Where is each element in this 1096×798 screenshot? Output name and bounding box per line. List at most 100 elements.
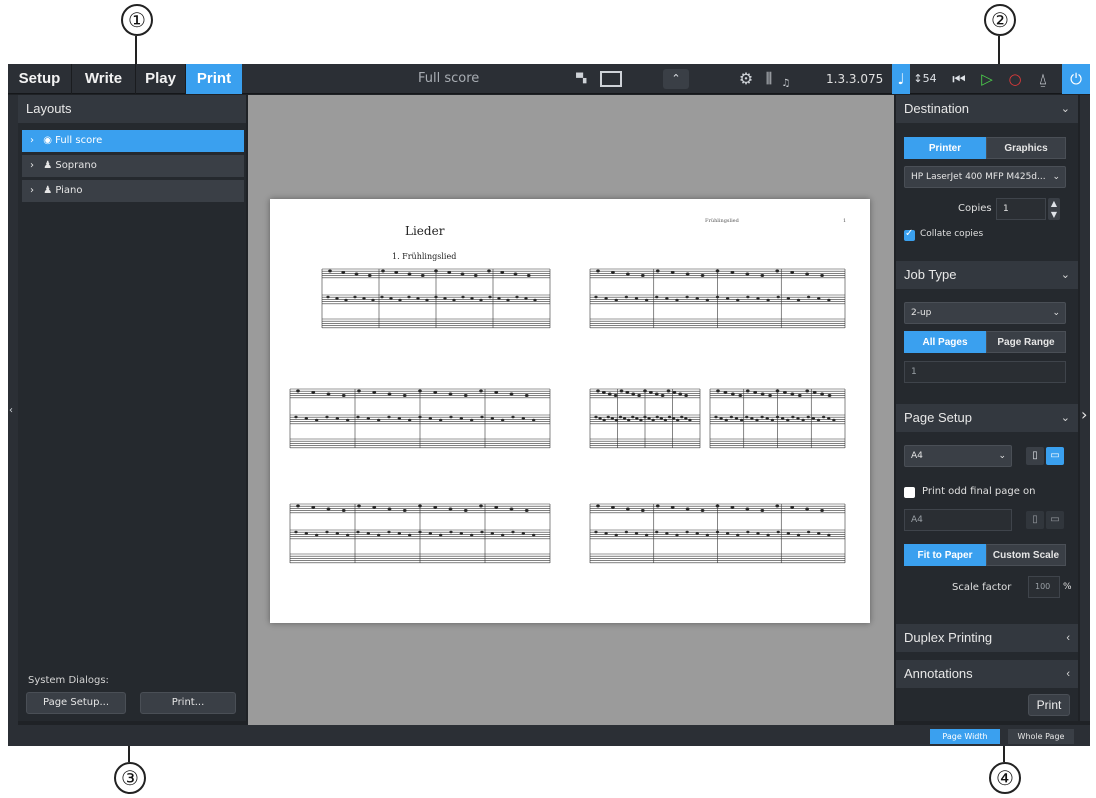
print-preview-area: Lieder 1. Frühlingslied Frühlingslied 1 xyxy=(248,95,894,725)
note-head xyxy=(513,272,518,276)
page-range-tab[interactable]: Page Range xyxy=(986,331,1066,353)
tab-write[interactable]: Write xyxy=(72,64,136,94)
expand-chevron-icon[interactable]: › xyxy=(30,135,34,146)
expand-chevron-icon[interactable]: › xyxy=(30,185,34,196)
tempo-value[interactable]: ↕54 xyxy=(910,64,940,94)
chevron-down-icon: ⌄ xyxy=(1060,412,1070,424)
note-head xyxy=(594,415,598,419)
note-head xyxy=(407,533,412,537)
note-head xyxy=(797,394,802,398)
note-head xyxy=(362,297,366,300)
page-view-icon[interactable]: ▀▖ xyxy=(571,69,595,89)
note-head xyxy=(739,418,744,422)
paper-size-select[interactable]: A4 ⌄ xyxy=(904,445,1012,467)
copies-stepper[interactable]: ▲ ▼ xyxy=(1048,198,1060,220)
play-icon[interactable]: ▷ xyxy=(974,64,1000,94)
fit-to-paper-tab[interactable]: Fit to Paper xyxy=(904,544,986,566)
note-input-icon[interactable]: ♫ xyxy=(779,74,793,94)
note-head xyxy=(634,297,639,300)
page-width-button[interactable]: Page Width xyxy=(930,729,1000,744)
mixer-icon[interactable]: ⫼ xyxy=(760,69,778,89)
note-head xyxy=(402,508,407,512)
note-head xyxy=(418,415,422,419)
score-page-preview[interactable]: Lieder 1. Frühlingslied Frühlingslied 1 xyxy=(270,199,870,623)
power-icon[interactable]: ⏻ xyxy=(1062,64,1090,94)
note-head xyxy=(806,530,811,534)
system-print-button[interactable]: Print... xyxy=(140,692,236,714)
note-head xyxy=(341,394,346,398)
rewind-icon[interactable]: ⏮ xyxy=(946,64,972,94)
note-head xyxy=(775,504,780,508)
annotations-section-header[interactable]: Annotations ‹ xyxy=(896,660,1078,688)
note-head xyxy=(480,530,484,534)
odd-paper-size-field[interactable]: A4 xyxy=(904,509,1012,531)
note-head xyxy=(387,415,391,419)
full-score-icon: ◉ xyxy=(43,135,52,146)
scale-factor-input[interactable]: 100 xyxy=(1028,576,1060,598)
print-odd-checkbox[interactable] xyxy=(904,487,915,498)
duplex-title: Duplex Printing xyxy=(904,630,993,645)
custom-scale-tab[interactable]: Custom Scale xyxy=(986,544,1066,566)
note-head xyxy=(296,504,300,508)
note-head xyxy=(531,533,536,537)
job-type-select[interactable]: 2-up ⌄ xyxy=(904,302,1066,324)
note-head xyxy=(622,417,627,420)
note-head xyxy=(372,505,377,509)
collapse-toolbar-button[interactable]: ⌃ xyxy=(663,69,689,89)
printer-select[interactable]: HP LaserJet 400 MFP M425d... ⌄ xyxy=(904,166,1066,188)
note-head xyxy=(356,415,360,419)
right-panel-toggle[interactable]: › xyxy=(1080,95,1090,721)
layout-item-piano[interactable]: › ♟ Piano xyxy=(22,180,244,202)
tab-print[interactable]: Print xyxy=(186,64,242,94)
left-panel-toggle[interactable]: ‹ xyxy=(8,95,18,725)
note-head xyxy=(719,417,723,420)
note-head xyxy=(755,418,759,422)
chevron-down-icon: ⌄ xyxy=(1052,172,1060,182)
record-icon[interactable]: ○ xyxy=(1002,64,1028,94)
layout-item-full-score[interactable]: › ◉ Full score xyxy=(22,130,244,152)
note-head xyxy=(783,391,787,395)
landscape-icon[interactable]: ▭ xyxy=(1046,447,1064,465)
video-icon[interactable]: ⚙ xyxy=(735,69,757,89)
destination-printer-tab[interactable]: Printer xyxy=(904,137,986,159)
note-head xyxy=(418,504,422,508)
note-head xyxy=(488,295,492,299)
destination-section-header[interactable]: Destination ⌄ xyxy=(896,95,1078,123)
landscape-icon[interactable]: ▭ xyxy=(1046,511,1064,529)
portrait-icon[interactable]: ▯ xyxy=(1026,511,1044,529)
duplex-section-header[interactable]: Duplex Printing ‹ xyxy=(896,624,1078,652)
portrait-icon[interactable]: ▯ xyxy=(1026,447,1044,465)
layout-item-label: Piano xyxy=(55,185,83,196)
note-head xyxy=(402,394,407,398)
part-icon: ♟ xyxy=(43,185,53,196)
note-head xyxy=(531,418,536,422)
all-pages-tab[interactable]: All Pages xyxy=(904,331,986,353)
main-toolbar: Setup Write Play Print Full score ▀▖ ⌃ ⚙… xyxy=(8,64,1090,94)
note-head xyxy=(438,533,443,537)
copies-input[interactable]: 1 xyxy=(996,198,1046,220)
expand-chevron-icon[interactable]: › xyxy=(30,160,34,171)
note-head xyxy=(820,508,824,512)
page-setup-section-header[interactable]: Page Setup ⌄ xyxy=(896,404,1078,432)
destination-graphics-tab[interactable]: Graphics xyxy=(986,137,1066,159)
layout-item-soprano[interactable]: › ♟ Soprano xyxy=(22,155,244,177)
job-type-section-header[interactable]: Job Type ⌄ xyxy=(896,261,1078,289)
metronome-icon[interactable]: ⍙ xyxy=(1030,64,1056,94)
note-head xyxy=(387,507,392,511)
whole-page-button[interactable]: Whole Page xyxy=(1008,729,1074,744)
tab-setup[interactable]: Setup xyxy=(8,64,72,94)
page-range-input[interactable]: 1 xyxy=(904,361,1066,383)
print-button[interactable]: Print xyxy=(1028,694,1070,716)
note-head xyxy=(356,530,360,534)
note-head xyxy=(407,272,412,276)
page-setup-button[interactable]: Page Setup... xyxy=(26,692,126,714)
collate-checkbox[interactable] xyxy=(904,228,915,241)
window-icon[interactable] xyxy=(600,71,622,87)
tempo-note-icon[interactable]: ♩ xyxy=(892,64,910,94)
note-head xyxy=(796,417,800,420)
note-head xyxy=(524,394,529,398)
note-head xyxy=(730,271,735,275)
note-head xyxy=(745,272,750,276)
chevron-down-icon: ⌄ xyxy=(1052,308,1060,318)
tab-play[interactable]: Play xyxy=(136,64,186,94)
